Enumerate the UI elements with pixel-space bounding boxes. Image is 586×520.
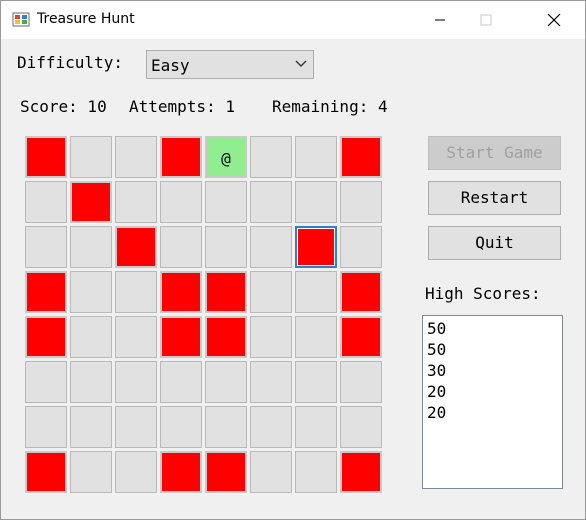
minimize-button[interactable] (417, 1, 463, 39)
board-cell[interactable] (70, 406, 112, 448)
board-cell[interactable] (70, 316, 112, 358)
board-cell[interactable] (205, 406, 247, 448)
board-cell[interactable] (160, 406, 202, 448)
board-cell[interactable] (340, 181, 382, 223)
treasure-marker: @ (221, 149, 231, 168)
board-cell[interactable] (115, 136, 157, 178)
board-cell[interactable] (340, 136, 382, 178)
board-cell[interactable] (25, 136, 67, 178)
high-scores-list[interactable]: 50 50 30 20 20 (422, 315, 563, 489)
board-cell[interactable] (250, 316, 292, 358)
quit-button[interactable]: Quit (428, 226, 561, 260)
board-cell[interactable] (340, 271, 382, 313)
high-scores-label: High Scores: (425, 284, 541, 303)
app-icon (12, 12, 30, 27)
board-cell[interactable] (25, 316, 67, 358)
board-cell[interactable]: @ (205, 136, 247, 178)
board-cell[interactable] (295, 406, 337, 448)
board-cell[interactable] (205, 226, 247, 268)
board-cell[interactable] (295, 181, 337, 223)
board-cell[interactable] (70, 136, 112, 178)
start-game-button: Start Game (428, 136, 561, 170)
title-bar: Treasure Hunt (1, 1, 585, 39)
high-score-item: 50 (427, 319, 447, 338)
board-cell[interactable] (295, 316, 337, 358)
board-cell[interactable] (295, 361, 337, 403)
chevron-down-icon (295, 60, 307, 67)
board-cell[interactable] (115, 226, 157, 268)
board-cell[interactable] (25, 181, 67, 223)
board-cell[interactable] (340, 226, 382, 268)
high-score-item: 30 (427, 361, 447, 380)
board-cell[interactable] (70, 361, 112, 403)
remaining-label: Remaining: 4 (272, 97, 388, 116)
board-cell[interactable] (160, 451, 202, 493)
board-cell[interactable] (340, 451, 382, 493)
board-cell[interactable] (295, 226, 337, 268)
board-cell[interactable] (115, 316, 157, 358)
board-cell[interactable] (160, 181, 202, 223)
score-label: Score: 10 (20, 97, 107, 116)
close-icon (547, 13, 561, 27)
difficulty-label: Difficulty: (17, 53, 123, 72)
high-score-item: 20 (427, 382, 447, 401)
game-window: Treasure Hunt Difficulty: Easy Score: 10… (0, 0, 586, 520)
board-cell[interactable] (205, 271, 247, 313)
board-cell[interactable] (295, 136, 337, 178)
minimize-icon (435, 19, 445, 21)
board-cell[interactable] (25, 271, 67, 313)
high-score-item: 20 (427, 403, 447, 422)
close-button[interactable] (531, 1, 577, 39)
board-cell[interactable] (70, 226, 112, 268)
maximize-icon (480, 14, 492, 26)
board-cell[interactable] (295, 271, 337, 313)
board-cell[interactable] (205, 181, 247, 223)
board-cell[interactable] (115, 406, 157, 448)
board-cell[interactable] (25, 451, 67, 493)
maximize-button (463, 1, 509, 39)
board-cell[interactable] (250, 181, 292, 223)
board-cell[interactable] (115, 181, 157, 223)
board-cell[interactable] (250, 271, 292, 313)
board-cell[interactable] (160, 271, 202, 313)
board-cell[interactable] (70, 451, 112, 493)
board-cell[interactable] (25, 406, 67, 448)
high-score-item: 50 (427, 340, 447, 359)
board-cell[interactable] (205, 451, 247, 493)
board-cell[interactable] (250, 451, 292, 493)
window-title: Treasure Hunt (37, 11, 135, 27)
board-cell[interactable] (115, 451, 157, 493)
board-cell[interactable] (250, 226, 292, 268)
board-cell[interactable] (70, 271, 112, 313)
difficulty-dropdown[interactable]: Easy (146, 50, 314, 79)
board-cell[interactable] (25, 361, 67, 403)
board-cell[interactable] (295, 451, 337, 493)
board-cell[interactable] (115, 271, 157, 313)
board-cell[interactable] (205, 361, 247, 403)
board-cell[interactable] (160, 136, 202, 178)
board-cell[interactable] (205, 316, 247, 358)
attempts-label: Attempts: 1 (129, 97, 235, 116)
board-cell[interactable] (25, 226, 67, 268)
restart-button[interactable]: Restart (428, 181, 561, 215)
board-cell[interactable] (160, 316, 202, 358)
board-cell[interactable] (160, 361, 202, 403)
board-cell[interactable] (340, 361, 382, 403)
board-cell[interactable] (160, 226, 202, 268)
board-cell[interactable] (250, 361, 292, 403)
difficulty-value: Easy (151, 56, 190, 75)
board-cell[interactable] (250, 406, 292, 448)
board-cell[interactable] (115, 361, 157, 403)
board-cell[interactable] (340, 406, 382, 448)
board-cell[interactable] (250, 136, 292, 178)
board-cell[interactable] (340, 316, 382, 358)
board-cell[interactable] (70, 181, 112, 223)
